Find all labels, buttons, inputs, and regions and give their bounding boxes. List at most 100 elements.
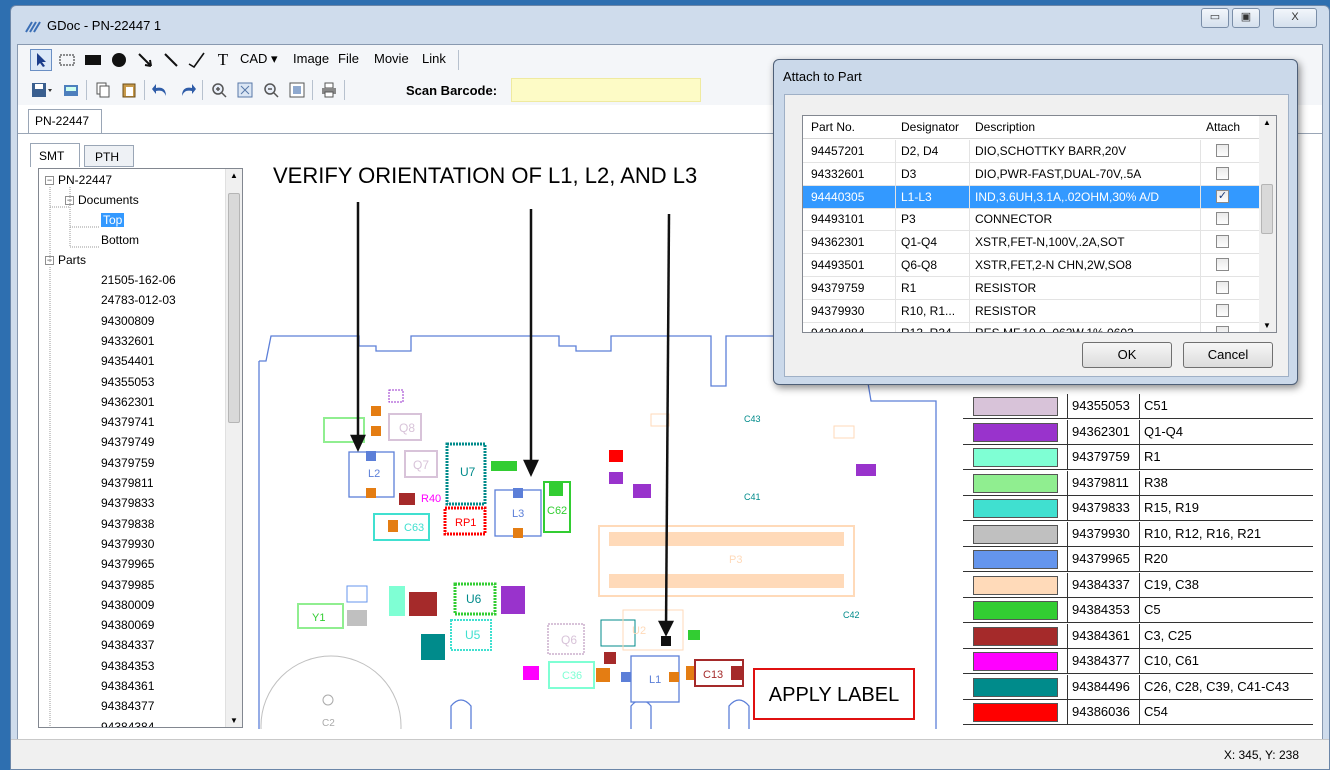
cell-divider	[895, 140, 896, 163]
scroll-down-icon[interactable]: ▼	[1263, 321, 1271, 330]
cell-divider	[1200, 299, 1201, 323]
zoom-out-button[interactable]	[260, 79, 282, 101]
zoom-in-icon	[212, 83, 227, 98]
printer-icon	[322, 82, 336, 98]
select-tool-button[interactable]	[30, 49, 52, 71]
scan-barcode-input[interactable]	[511, 78, 701, 102]
maximize-button[interactable]: ▣	[1232, 8, 1260, 28]
col-attach[interactable]: Attach	[1206, 120, 1240, 134]
cell-part-no: 94379930	[811, 303, 865, 318]
cancel-button[interactable]: Cancel	[1183, 342, 1273, 368]
movie-menu[interactable]: Movie	[374, 51, 409, 66]
attach-checkbox[interactable]	[1216, 258, 1229, 271]
cell-description: XSTR,FET,2-N CHN,2W,SO8	[975, 258, 1132, 272]
legend-part-number: 94379965	[1067, 547, 1139, 571]
grid-scrollbar[interactable]: ▲ ▼	[1259, 116, 1276, 332]
open-icon	[64, 85, 78, 96]
legend-swatch	[973, 652, 1058, 671]
table-row[interactable]: 94384884 R13, R34RES,MF,10.0,.062W,1%,060…	[803, 322, 1261, 332]
cad-menu[interactable]: CAD ▾	[240, 51, 278, 67]
attach-checkbox[interactable]: ✓	[1216, 189, 1229, 203]
line-icon	[164, 53, 178, 67]
line-tool-button[interactable]	[160, 49, 182, 71]
ellipse-tool-button[interactable]	[108, 49, 130, 71]
attach-checkbox[interactable]	[1216, 235, 1229, 249]
svg-text:C43: C43	[744, 414, 761, 424]
table-row[interactable]: 94457201 D2, D4 DIO,SCHOTTKY BARR,20V	[803, 140, 1261, 163]
col-designator[interactable]: Designator	[901, 120, 959, 134]
table-row[interactable]: 94440305 L1-L3 IND,3.6UH,3.1A,.02OHM,30% A…	[803, 185, 1261, 209]
rectangle-tool-button[interactable]	[82, 49, 104, 71]
parts-grid[interactable]: Part No. Designator Description Attach 9…	[802, 115, 1277, 333]
curve-tool-button[interactable]	[186, 49, 208, 71]
attach-checkbox[interactable]	[1216, 212, 1229, 226]
save-button[interactable]	[28, 79, 56, 101]
scroll-up-icon[interactable]: ▲	[1263, 118, 1271, 127]
scroll-down-icon[interactable]: ▼	[230, 716, 238, 725]
tab-smt[interactable]: SMT	[30, 143, 80, 167]
rectangle-outline-tool-button[interactable]	[56, 49, 78, 71]
document-tab[interactable]: PN-22447	[28, 109, 102, 133]
cell-divider	[969, 254, 970, 277]
cell-description: CONNECTOR	[975, 212, 1053, 227]
redo-icon	[182, 84, 196, 96]
legend-swatch	[973, 601, 1058, 620]
table-row[interactable]: 94332601 D3 DIO,PWR-FAST,DUAL-70V,.5A	[803, 162, 1261, 186]
q6-label: Q6	[561, 633, 577, 647]
toolbar-separator	[344, 80, 345, 100]
scroll-thumb[interactable]	[228, 193, 240, 423]
table-row[interactable]: 94379930 R10, R1... RESISTOR	[803, 299, 1261, 323]
scan-barcode-label: Scan Barcode:	[406, 83, 498, 98]
cell-designator: Q6-Q8	[901, 258, 938, 272]
link-menu[interactable]: Link	[422, 51, 446, 66]
close-button[interactable]: X	[1273, 8, 1317, 28]
zoom-window-button[interactable]	[286, 79, 308, 101]
undo-button[interactable]	[150, 79, 172, 101]
text-tool-button[interactable]: T	[212, 49, 234, 71]
cell-designator: R10, R1...	[901, 303, 956, 318]
open-button[interactable]	[60, 79, 82, 101]
print-button[interactable]	[318, 79, 340, 101]
attach-checkbox[interactable]	[1216, 303, 1229, 317]
zoom-fit-button[interactable]	[234, 79, 256, 101]
zoom-window-icon	[289, 82, 305, 98]
legend-part-number: 94379811	[1067, 470, 1139, 495]
file-menu[interactable]: File	[338, 51, 359, 66]
legend-part-number: 94384377	[1067, 649, 1139, 673]
zoom-in-button[interactable]	[208, 79, 230, 101]
minimize-button[interactable]: ▭	[1201, 8, 1229, 28]
legend-row: 94386036 C54	[963, 700, 1313, 725]
legend-row: 94379759 R1	[963, 445, 1313, 470]
redo-button[interactable]	[176, 79, 198, 101]
cell-description: DIO,SCHOTTKY BARR,20V	[975, 144, 1127, 158]
table-row[interactable]: 94362301 Q1-Q4 XSTR,FET-N,100V,.2A,SOT	[803, 231, 1261, 255]
col-description[interactable]: Description	[975, 120, 1035, 134]
tree-scrollbar[interactable]: ▲ ▼	[225, 169, 242, 727]
attach-checkbox[interactable]	[1216, 280, 1229, 294]
legend-swatch	[973, 422, 1058, 442]
scroll-up-icon[interactable]: ▲	[230, 171, 238, 180]
legend-designators: C5	[1139, 598, 1313, 622]
ok-button[interactable]: OK	[1082, 342, 1172, 368]
legend-row: 94384353 C5	[963, 598, 1313, 623]
legend-swatch	[973, 524, 1058, 544]
cell-divider	[969, 140, 970, 163]
tab-pth[interactable]: PTH	[84, 145, 134, 167]
table-row[interactable]: 94493101 P3 CONNECTOR	[803, 208, 1261, 232]
image-menu[interactable]: Image	[293, 51, 329, 66]
col-part-no[interactable]: Part No.	[811, 120, 855, 134]
table-row[interactable]: 94379759 R1 RESISTOR	[803, 276, 1261, 300]
copy-button[interactable]	[92, 79, 114, 101]
attach-checkbox[interactable]	[1216, 166, 1229, 180]
attach-checkbox[interactable]	[1216, 326, 1229, 332]
parts-tree[interactable]: − PN-22447 − Documents Top Bottom − Parts 2…	[38, 168, 243, 728]
table-row[interactable]: 94493501 Q6-Q8 XSTR,FET,2-N CHN,2W,SO8	[803, 254, 1261, 277]
paste-button[interactable]	[118, 79, 140, 101]
scroll-thumb[interactable]	[1261, 184, 1273, 234]
arrow-tool-button[interactable]	[134, 49, 156, 71]
cell-divider	[895, 231, 896, 255]
legend-row: 94384361 C3, C25	[963, 623, 1313, 649]
c36-label: C36	[562, 670, 582, 682]
attach-checkbox[interactable]	[1216, 144, 1229, 157]
cell-description: DIO,PWR-FAST,DUAL-70V,.5A	[975, 166, 1142, 181]
